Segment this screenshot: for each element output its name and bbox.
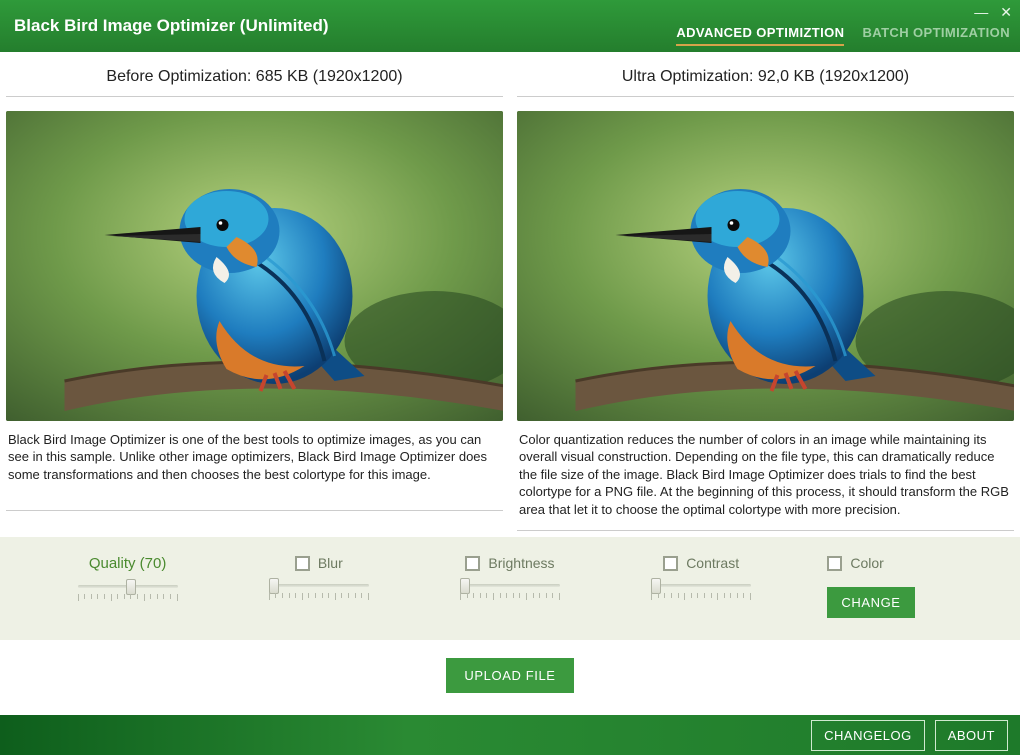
color-label: Color: [850, 555, 883, 571]
header-tabs: ADVANCED OPTIMIZTION BATCH OPTIMIZATION: [676, 25, 1010, 46]
blur-label: Blur: [318, 555, 343, 571]
tab-batch-optimization[interactable]: BATCH OPTIMIZATION: [862, 25, 1010, 46]
before-image: [6, 111, 503, 421]
after-image: [517, 111, 1014, 421]
minimize-icon[interactable]: —: [974, 4, 988, 21]
contrast-label: Contrast: [686, 555, 739, 571]
quality-slider[interactable]: [78, 582, 178, 600]
quality-control: Quality (70): [63, 555, 193, 600]
upload-row: UPLOAD FILE: [0, 640, 1020, 715]
app-title: Black Bird Image Optimizer (Unlimited): [0, 16, 329, 36]
footer: CHANGELOG ABOUT: [0, 715, 1020, 755]
color-control: Color CHANGE: [827, 555, 957, 618]
blur-control: Blur: [254, 555, 384, 599]
app-header: — ✕ Black Bird Image Optimizer (Unlimite…: [0, 0, 1020, 52]
contrast-slider[interactable]: [651, 581, 751, 599]
quality-label: Quality (70): [89, 555, 167, 572]
upload-file-button[interactable]: UPLOAD FILE: [446, 658, 573, 693]
contrast-control: Contrast: [636, 555, 766, 599]
changelog-button[interactable]: CHANGELOG: [811, 720, 925, 751]
after-description: Color quantization reduces the number of…: [517, 421, 1014, 532]
close-icon[interactable]: ✕: [1000, 4, 1012, 21]
before-column: Before Optimization: 685 KB (1920x1200): [6, 62, 503, 532]
before-description: Black Bird Image Optimizer is one of the…: [6, 421, 503, 511]
tab-advanced-optimization[interactable]: ADVANCED OPTIMIZTION: [676, 25, 844, 46]
brightness-slider[interactable]: [460, 581, 560, 599]
comparison-panel: Before Optimization: 685 KB (1920x1200): [0, 52, 1020, 532]
window-controls: — ✕: [974, 4, 1012, 21]
contrast-checkbox[interactable]: [663, 556, 678, 571]
brightness-control: Brightness: [445, 555, 575, 599]
about-button[interactable]: ABOUT: [935, 720, 1008, 751]
after-title: Ultra Optimization: 92,0 KB (1920x1200): [517, 62, 1014, 97]
blur-checkbox[interactable]: [295, 556, 310, 571]
before-title: Before Optimization: 685 KB (1920x1200): [6, 62, 503, 97]
brightness-checkbox[interactable]: [465, 556, 480, 571]
blur-slider[interactable]: [269, 581, 369, 599]
brightness-label: Brightness: [488, 555, 554, 571]
after-column: Ultra Optimization: 92,0 KB (1920x1200): [517, 62, 1014, 532]
controls-panel: Quality (70) Blur Brightness: [0, 537, 1020, 640]
change-button[interactable]: CHANGE: [827, 587, 914, 618]
color-checkbox[interactable]: [827, 556, 842, 571]
